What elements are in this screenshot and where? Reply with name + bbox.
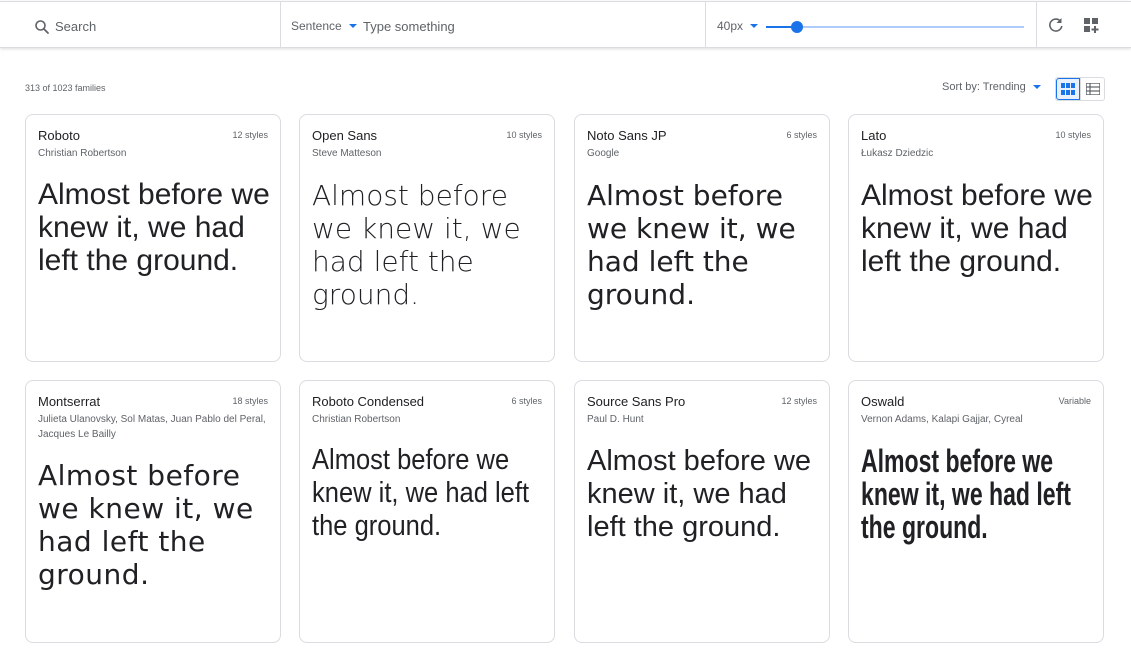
caret-icon bbox=[750, 24, 759, 28]
font-card-montserrat[interactable]: Montserrat 18 styles Julieta Ulanovsky, … bbox=[25, 380, 281, 643]
font-sample-text: Almost before we knew it, we had left th… bbox=[861, 443, 1071, 545]
search-input[interactable] bbox=[55, 16, 265, 36]
preview-mode-label: Sentence bbox=[291, 19, 342, 33]
font-card-lato[interactable]: Lato 10 styles Łukasz Dziedzic Almost be… bbox=[848, 114, 1104, 362]
grid-add-icon[interactable] bbox=[1081, 15, 1101, 35]
font-sample-text: Almost before we knew it, we had left th… bbox=[312, 179, 521, 311]
font-size-section: 40px bbox=[706, 2, 1037, 47]
font-name: Roboto bbox=[38, 128, 80, 143]
font-designer: Google bbox=[587, 148, 620, 159]
font-sample-text: Almost before we knew it, we had left th… bbox=[38, 459, 254, 591]
font-card-roboto-condensed[interactable]: Roboto Condensed 6 styles Christian Robe… bbox=[299, 380, 555, 643]
font-designer: Christian Robertson bbox=[38, 148, 127, 159]
font-name: Oswald bbox=[861, 394, 905, 409]
refresh-icon[interactable] bbox=[1046, 15, 1066, 35]
font-size-select[interactable]: 40px bbox=[717, 16, 759, 36]
font-name: Montserrat bbox=[38, 394, 101, 409]
font-card-source-sans-pro[interactable]: Source Sans Pro 12 styles Paul D. Hunt A… bbox=[574, 380, 830, 643]
font-name: Noto Sans JP bbox=[587, 128, 667, 143]
sort-select[interactable]: Sort by: Trending bbox=[942, 81, 1041, 93]
font-sample-text: Almost before we knew it, we had left th… bbox=[587, 445, 812, 543]
font-designer: Łukasz Dziedzic bbox=[861, 148, 934, 159]
font-name: Open Sans bbox=[312, 128, 378, 143]
caret-icon bbox=[348, 24, 357, 28]
styles-count: 6 styles bbox=[511, 396, 542, 406]
results-count: 313 of 1023 families bbox=[25, 83, 106, 93]
font-sample-text: Almost before we knew it, we had left th… bbox=[861, 179, 1093, 278]
font-designer: Paul D. Hunt bbox=[587, 414, 644, 425]
font-designer: Vernon Adams, Kalapi Gajjar, Cyreal bbox=[861, 414, 1023, 425]
styles-count: 10 styles bbox=[506, 130, 542, 140]
font-name: Source Sans Pro bbox=[587, 394, 686, 409]
font-card-open-sans[interactable]: Open Sans 10 styles Steve Matteson Almos… bbox=[299, 114, 555, 362]
list-view-button[interactable] bbox=[1080, 78, 1104, 100]
search-icon bbox=[35, 20, 49, 34]
styles-count: 10 styles bbox=[1055, 130, 1091, 140]
toolbar: Sentence 40px bbox=[0, 1, 1131, 48]
actions-section bbox=[1037, 2, 1131, 47]
font-sample-text: Almost before we knew it, we had left th… bbox=[587, 179, 796, 311]
grid-view-button[interactable] bbox=[1056, 78, 1081, 100]
font-sample-text: Almost before we knew it, we had left th… bbox=[312, 444, 530, 542]
grid-view-icon bbox=[1061, 83, 1075, 95]
view-toggle bbox=[1055, 77, 1105, 101]
font-card-oswald[interactable]: Oswald Variable Vernon Adams, Kalapi Gaj… bbox=[848, 380, 1104, 643]
font-designer: Christian Robertson bbox=[312, 414, 401, 425]
slider-thumb[interactable] bbox=[790, 21, 803, 33]
styles-count: 18 styles bbox=[232, 396, 268, 406]
search-section bbox=[0, 2, 281, 47]
list-view-icon bbox=[1085, 83, 1100, 95]
font-name: Lato bbox=[861, 128, 887, 143]
preview-text-input[interactable] bbox=[363, 16, 683, 36]
font-size-slider[interactable] bbox=[766, 21, 1024, 33]
font-size-label: 40px bbox=[717, 19, 744, 33]
font-card-noto-sans-jp[interactable]: Noto Sans JP 6 styles Google Almost befo… bbox=[574, 114, 830, 362]
font-sample-text: Almost before we knew it, we had left th… bbox=[38, 178, 270, 277]
font-name: Roboto Condensed bbox=[312, 394, 425, 409]
styles-count: 12 styles bbox=[781, 396, 817, 406]
styles-count: Variable bbox=[1058, 396, 1091, 406]
preview-mode-select[interactable]: Sentence bbox=[291, 16, 357, 36]
styles-count: 12 styles bbox=[232, 130, 268, 140]
preview-text-section: Sentence bbox=[281, 2, 706, 47]
font-card-roboto[interactable]: Roboto 12 styles Christian Robertson Alm… bbox=[25, 114, 281, 362]
sort-label: Sort by: Trending bbox=[942, 81, 1026, 93]
font-designer: Steve Matteson bbox=[312, 148, 382, 159]
styles-count: 6 styles bbox=[786, 130, 817, 140]
font-designer: Julieta Ulanovsky, Sol Matas, Juan Pablo… bbox=[38, 414, 266, 440]
caret-icon bbox=[1032, 85, 1041, 89]
